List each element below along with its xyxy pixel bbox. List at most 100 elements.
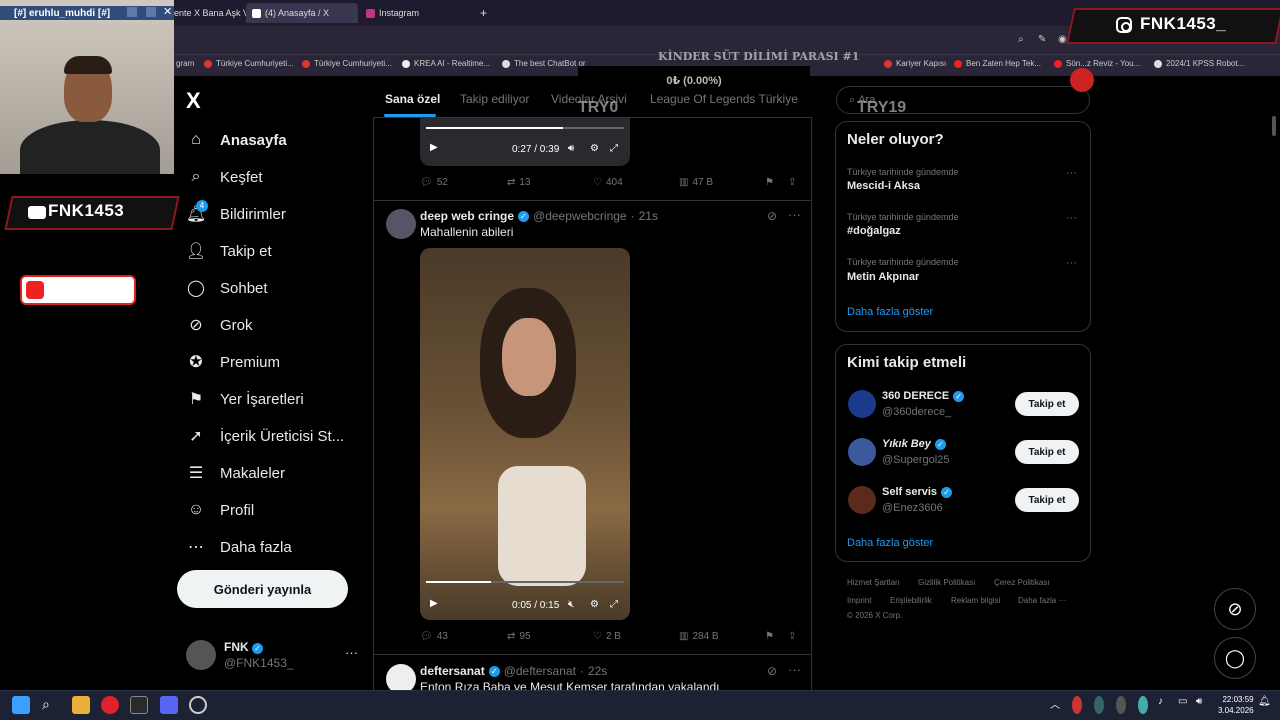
tray-app-icon[interactable] xyxy=(1116,696,1126,714)
video-progress-track[interactable] xyxy=(426,581,624,583)
reply-button[interactable]: 💬︎ 52 xyxy=(420,177,448,188)
footer-link[interactable]: Erişilebilirlik xyxy=(890,596,932,605)
tray-app-icon[interactable]: ♪ xyxy=(1158,696,1176,714)
views-button[interactable]: ▥ 47 B xyxy=(679,177,713,188)
avatar[interactable] xyxy=(848,438,876,466)
bookmark-item[interactable]: Türkiye Cumhuriyeti... xyxy=(302,59,392,68)
repost-button[interactable]: ⇄ 13 xyxy=(507,177,531,188)
bookmark-item[interactable]: KREA AI - Realtime... xyxy=(402,59,490,68)
footer-link[interactable]: Reklam bilgisi xyxy=(951,596,1000,605)
scrollbar[interactable] xyxy=(1272,116,1276,136)
nav-item-more[interactable]: ⋯ Daha fazla xyxy=(186,537,292,557)
trend-more-button[interactable]: ··· xyxy=(1066,257,1077,269)
volume-icon[interactable]: 🔊︎ xyxy=(568,143,574,154)
tab-for-you[interactable]: Sana özel xyxy=(385,92,440,106)
trend-item[interactable]: Metin Akpınar xyxy=(847,271,919,283)
nav-item-creator-studio[interactable]: ➚ İçerik Üreticisi St... xyxy=(186,426,344,446)
share-button[interactable]: ⇪ xyxy=(788,631,796,642)
trends-show-more-link[interactable]: Daha fazla göster xyxy=(847,306,933,318)
tray-chevron-icon[interactable]: ︿ xyxy=(1050,696,1068,714)
grok-icon[interactable]: ⊘ xyxy=(767,209,777,223)
settings-icon[interactable]: ⚙ xyxy=(590,143,599,154)
trend-more-button[interactable]: ··· xyxy=(1066,212,1077,224)
grok-fab-icon[interactable]: ⊘ xyxy=(1214,588,1256,630)
bookmark-item[interactable]: gram xyxy=(176,59,194,68)
nav-item-profile[interactable]: ☺ Profil xyxy=(186,500,254,520)
volume-icon[interactable]: 🔊︎ xyxy=(1196,696,1214,714)
like-button[interactable]: ♡ 404 xyxy=(593,177,623,188)
post-author[interactable]: deep web cringe ✓ @deepwebcringe · 21s xyxy=(420,209,658,223)
minimize-icon[interactable] xyxy=(127,7,137,17)
video-player[interactable]: ▶ 0:27 / 0:39 🔊︎ ⚙ ⤢ xyxy=(420,118,630,166)
network-icon[interactable]: ▭ xyxy=(1178,696,1196,714)
video-progress-track[interactable] xyxy=(426,127,624,129)
trend-item[interactable]: #doğalgaz xyxy=(847,225,901,237)
reply-button[interactable]: 💬︎ 43 xyxy=(420,631,448,642)
avatar[interactable] xyxy=(848,390,876,418)
post-more-button[interactable]: ··· xyxy=(788,207,801,222)
avatar[interactable] xyxy=(848,486,876,514)
bookmark-button[interactable]: ⚑ xyxy=(765,177,774,188)
obs-icon[interactable] xyxy=(189,696,207,714)
suggestion-name[interactable]: 360 DERECE ✓ xyxy=(882,390,965,402)
tab-2-active[interactable]: (4) Anasayfa / X xyxy=(246,3,358,23)
bookmark-button[interactable]: ⚑ xyxy=(765,631,774,642)
post-author[interactable]: deftersanat ✓ @deftersanat · 22s xyxy=(420,664,607,678)
close-icon[interactable]: ✕ xyxy=(163,5,172,18)
footer-link[interactable]: Imprint xyxy=(847,596,871,605)
notifications-icon[interactable]: 🔔︎ xyxy=(1258,696,1276,714)
mute-icon[interactable]: 🔇︎ xyxy=(568,599,574,610)
avatar[interactable] xyxy=(186,640,216,670)
nav-item-articles[interactable]: ☰ Makaleler xyxy=(186,463,285,483)
fullscreen-icon[interactable]: ⤢ xyxy=(610,599,618,610)
footer-link[interactable]: Daha fazla ··· xyxy=(1018,596,1066,605)
nav-item-home[interactable]: ⌂ Anasayfa xyxy=(186,130,287,150)
maximize-icon[interactable] xyxy=(146,7,156,17)
like-button[interactable]: ♡ 2 B xyxy=(593,631,621,642)
bookmark-item[interactable]: Kariyer Kapısı xyxy=(884,59,946,68)
nav-item-premium[interactable]: ✪ Premium xyxy=(186,352,280,372)
new-tab-button[interactable]: + xyxy=(474,3,490,23)
nav-item-follow[interactable]: 👤︎ Takip et xyxy=(186,241,272,261)
footer-link[interactable]: Hizmet Şartları xyxy=(847,578,900,587)
trend-more-button[interactable]: ··· xyxy=(1066,167,1077,179)
bookmark-item[interactable]: The best ChatBot or xyxy=(502,59,586,68)
follow-button[interactable]: Takip et xyxy=(1015,488,1079,512)
tray-app-icon[interactable] xyxy=(1138,696,1148,714)
play-icon[interactable]: ▶ xyxy=(430,142,438,153)
suggestion-name[interactable]: Self servis ✓ xyxy=(882,486,953,498)
avatar[interactable] xyxy=(386,209,416,239)
system-clock[interactable]: 22:03:59 3.04.2026 xyxy=(1218,694,1254,716)
follow-button[interactable]: Takip et xyxy=(1015,440,1079,464)
start-icon[interactable] xyxy=(12,696,30,714)
post-more-button[interactable]: ··· xyxy=(788,662,801,677)
video-player[interactable]: ▶ 0:05 / 0:15 🔇︎ ⚙ ⤢ xyxy=(420,248,630,620)
share-button[interactable]: ⇪ xyxy=(788,177,796,188)
footer-link[interactable]: Çerez Politikası xyxy=(994,578,1050,587)
tab-following[interactable]: Takip ediliyor xyxy=(460,92,529,106)
file-explorer-icon[interactable] xyxy=(72,696,90,714)
nav-item-grok[interactable]: ⊘ Grok xyxy=(186,315,252,335)
account-menu-button[interactable]: ··· xyxy=(345,645,358,660)
edit-icon[interactable]: ✎ xyxy=(1038,34,1046,45)
messages-fab-icon[interactable]: ◯ xyxy=(1214,637,1256,679)
nav-item-chat[interactable]: ◯ Sohbet xyxy=(186,278,268,298)
bookmark-item[interactable]: Türkiye Cumhuriyeti... xyxy=(204,59,294,68)
account-name[interactable]: FNK ✓ xyxy=(224,640,264,654)
grok-icon[interactable]: ⊘ xyxy=(767,664,777,678)
terminal-icon[interactable] xyxy=(130,696,148,714)
follow-show-more-link[interactable]: Daha fazla göster xyxy=(847,537,933,549)
fullscreen-icon[interactable]: ⤢ xyxy=(610,143,618,154)
repost-button[interactable]: ⇄ 95 xyxy=(507,631,531,642)
settings-icon[interactable]: ⚙ xyxy=(590,599,599,610)
tab-3[interactable]: Instagram xyxy=(360,3,472,23)
x-logo-icon[interactable]: X xyxy=(186,88,201,114)
tab-league-of-legends[interactable]: League Of Legends Türkiye xyxy=(650,92,798,106)
search-icon[interactable]: ⌕ xyxy=(42,696,60,714)
search-icon[interactable]: ⌕ xyxy=(1018,34,1024,45)
tray-app-icon[interactable] xyxy=(1094,696,1104,714)
discord-icon[interactable] xyxy=(160,696,178,714)
bookmark-item[interactable]: Ben Zaten Hep Tek... xyxy=(954,59,1041,68)
trend-item[interactable]: Mescid-i Aksa xyxy=(847,180,920,192)
tray-app-icon[interactable] xyxy=(1072,696,1082,714)
